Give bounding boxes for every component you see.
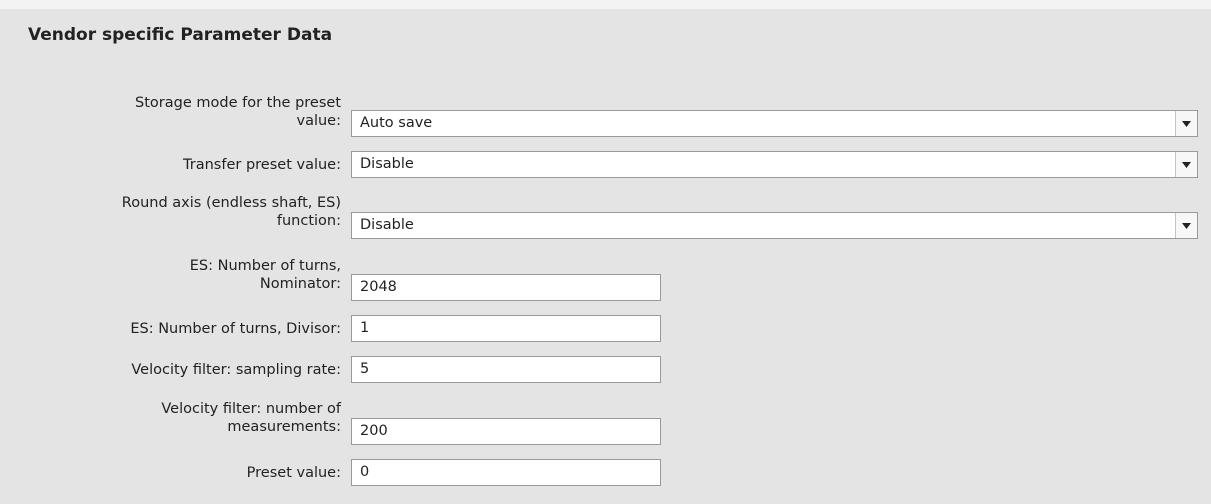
- storage-mode-value: Auto save: [360, 115, 433, 131]
- velocity-measurements-label-line2: measurements:: [227, 419, 341, 435]
- es-divisor-label: ES: Number of turns, Divisor:: [130, 321, 341, 337]
- transfer-preset-select[interactable]: Disable: [351, 151, 1198, 178]
- velocity-measurements-input[interactable]: 200: [351, 418, 661, 445]
- velocity-sampling-rate-label: Velocity filter: sampling rate:: [131, 362, 341, 378]
- chevron-down-icon: [1182, 121, 1191, 127]
- velocity-measurements-value: 200: [360, 423, 388, 439]
- section-title: Vendor specific Parameter Data: [28, 25, 333, 45]
- velocity-sampling-rate-input[interactable]: 5: [351, 356, 661, 383]
- preset-value-input[interactable]: 0: [351, 459, 661, 486]
- velocity-measurements-label: Velocity filter: number of measurements:: [161, 400, 341, 436]
- es-nominator-label-line2: Nominator:: [259, 276, 341, 292]
- round-axis-label-line2: function:: [276, 213, 341, 229]
- storage-mode-label-line1: Storage mode for the preset: [135, 95, 341, 111]
- chevron-down-icon: [1182, 162, 1191, 168]
- velocity-measurements-label-line1: Velocity filter: number of: [161, 401, 341, 417]
- top-strip: [0, 0, 1211, 9]
- transfer-preset-dropdown-button[interactable]: [1175, 152, 1197, 177]
- es-nominator-label-line1: ES: Number of turns,: [189, 258, 341, 274]
- round-axis-label-line1: Round axis (endless shaft, ES): [121, 195, 341, 211]
- storage-mode-label: Storage mode for the preset value:: [135, 94, 341, 130]
- storage-mode-dropdown-button[interactable]: [1175, 111, 1197, 136]
- es-nominator-input[interactable]: 2048: [351, 274, 661, 301]
- preset-value-value: 0: [360, 464, 370, 480]
- vendor-parameter-panel: Vendor specific Parameter Data Storage m…: [0, 9, 1211, 504]
- round-axis-select[interactable]: Disable: [351, 212, 1198, 239]
- es-nominator-label: ES: Number of turns, Nominator:: [190, 257, 341, 293]
- round-axis-value: Disable: [360, 217, 414, 233]
- storage-mode-select[interactable]: Auto save: [351, 110, 1198, 137]
- preset-value-label: Preset value:: [246, 465, 341, 481]
- velocity-sampling-rate-value: 5: [360, 361, 370, 377]
- storage-mode-label-line2: value:: [296, 113, 342, 129]
- chevron-down-icon: [1182, 223, 1191, 229]
- es-nominator-value: 2048: [360, 279, 397, 295]
- es-divisor-value: 1: [360, 320, 370, 336]
- round-axis-label: Round axis (endless shaft, ES) function:: [122, 194, 341, 230]
- es-divisor-input[interactable]: 1: [351, 315, 661, 342]
- round-axis-dropdown-button[interactable]: [1175, 213, 1197, 238]
- transfer-preset-label: Transfer preset value:: [183, 157, 341, 173]
- transfer-preset-value: Disable: [360, 156, 414, 172]
